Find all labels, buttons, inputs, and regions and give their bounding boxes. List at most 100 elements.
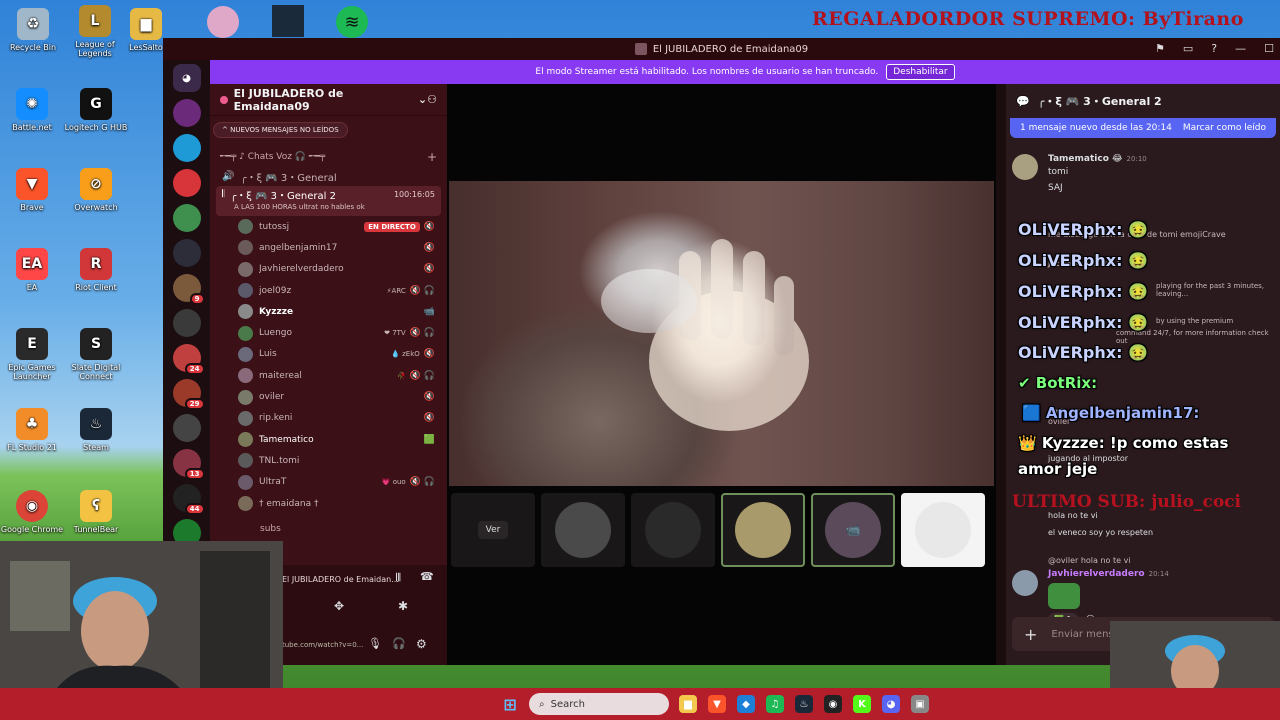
desktop-icon-epic[interactable]: E Epic Games Launcher [0,328,66,381]
participant-tile[interactable] [721,493,805,567]
server-icon[interactable] [172,239,201,267]
server-icon[interactable]: 29 [172,379,205,410]
category-chats-voz[interactable]: ╾━╤ ♪ Chats Voz 🎧 ╾━╤ + [210,148,447,166]
avatar [238,325,253,341]
view-tile[interactable]: Ver [451,493,535,567]
overlay-chat-line: OLiVERphx: 🤢 [1018,343,1148,362]
server-icon[interactable]: 9 [172,274,205,305]
settings-gear-icon[interactable]: ⚙ [416,637,427,651]
voice-user[interactable]: joel09z ⚡ARC 🔇 🎧 [210,280,447,301]
add-member-icon[interactable]: ⚇ [427,93,437,106]
maximize-button[interactable]: ☐ [1264,42,1274,55]
desktop-icon-overwatch[interactable]: ⊘ Overwatch [62,168,130,212]
minimize-button[interactable]: — [1235,42,1246,55]
voice-state-icon: 🔇 [423,242,435,253]
spotify-icon[interactable]: ≋ [336,6,368,38]
server-icon[interactable] [172,309,201,337]
desktop-app-icon[interactable] [207,6,239,38]
voice-user-name: Javhierelverdadero [259,264,344,275]
desktop-icon-battlenet[interactable]: ✺ Battle.net [0,88,66,132]
desktop-icon-tunnelbear[interactable]: ʕ TunnelBear [62,490,130,534]
desktop-icon-ghub[interactable]: G Logitech G HUB [62,88,130,132]
discord-icon[interactable]: ◕ [882,695,900,713]
server-icon[interactable]: 13 [172,449,205,480]
headphones-icon[interactable]: 🎧 [392,637,406,650]
window-title: El JUBILADERO de Emaidana09 [652,43,809,55]
avatar [238,496,253,511]
voice-user[interactable]: tutossj EN DIRECTO 🔇 [210,216,447,237]
voice-user[interactable]: TNL.tomi [210,450,447,471]
windows-start-icon[interactable]: ⊞ [501,695,519,714]
server-icon[interactable] [172,169,201,197]
desktop-icon-riot[interactable]: R Riot Client [62,248,130,292]
server-boost-icon [220,95,228,104]
desktop-app-icon[interactable] [272,5,304,37]
reply-reference[interactable]: @oviler hola no te vi [1048,556,1169,565]
voice-user[interactable]: Luis 💧 zEkO 🔇 [210,344,447,365]
brave-icon[interactable]: ▼ [708,695,726,713]
add-channel-icon[interactable]: + [427,150,437,164]
user-tag: ❤ 7TV [384,329,406,338]
vscode-icon[interactable]: ◆ [737,695,755,713]
webcam-video[interactable] [449,181,994,486]
desktop-icon-flstudio[interactable]: ♣ FL Studio 21 [0,408,66,452]
kick-icon[interactable]: K [853,695,871,713]
taskbar-search[interactable]: ⌕ Search [529,693,669,715]
view-button[interactable]: Ver [477,521,509,539]
mark-as-read-button[interactable]: Marcar como leído [1183,123,1266,133]
voice-user[interactable]: Javhierelverdadero 🔇 [210,259,447,280]
files-icon[interactable]: ▆ [679,695,697,713]
participant-tile[interactable] [541,493,625,567]
voice-stage: Ver 📹 [447,84,996,665]
server-icon[interactable] [172,414,201,442]
server-icon[interactable]: 44 [172,484,205,515]
noise-suppression-icon[interactable]: 𝄃𝄃 [396,571,401,585]
voice-user[interactable]: maitereal 🥀 🔇 🎧 [210,365,447,386]
app-icon[interactable]: ▣ [911,695,929,713]
steam-icon[interactable]: ♨ [795,695,813,713]
disable-streamer-button[interactable]: Deshabilitar [886,64,955,80]
voice-user[interactable]: † emaidana † [210,493,447,514]
server-header[interactable]: El JUBILADERO de Emaidana09 ⌄ ⚇ [210,84,447,116]
voice-user[interactable]: angelbenjamin17 🔇 [210,237,447,258]
server-icon[interactable] [172,99,201,127]
voice-user[interactable]: UltraT 💗 ouo 🔇 🎧 [210,472,447,493]
disconnect-icon[interactable]: ☎ [420,570,434,583]
desktop-icon-recycle-bin[interactable]: ♻ Recycle Bin [0,8,67,52]
server-icon[interactable] [172,204,201,232]
voice-channel-general[interactable]: 🔊 ╭・ξ 🎮 3・General [210,166,447,186]
avatar [1012,570,1038,596]
screen-icon[interactable]: ▭ [1183,42,1193,55]
desktop-icon-chrome[interactable]: ◉ Google Chrome [0,490,66,534]
discord-home-icon[interactable]: ◕ [172,64,201,92]
add-attachment-icon[interactable]: + [1024,625,1037,644]
microphone-icon[interactable]: 🎙 [368,637,382,650]
spotify-icon[interactable]: ♫ [766,695,784,713]
new-messages-bar[interactable]: 1 mensaje nuevo desde las 20:14 Marcar c… [1010,118,1276,138]
new-unread-pill[interactable]: ^ NUEVOS MENSAJES NO LEÍDOS [213,122,348,138]
voice-user[interactable]: Tamematico 🟩 [210,429,447,450]
activities-icon[interactable]: ✥ [334,599,344,613]
desktop-icon-ea[interactable]: EA EA [0,248,66,292]
desktop-icon-brave[interactable]: ▼ Brave [0,168,66,212]
voice-state-icon: 🟩 [423,434,435,445]
desktop-icon-slate[interactable]: S Slate Digital Connect [62,328,130,381]
server-icon[interactable] [172,134,201,162]
server-list: 924291344NUEVO [163,99,210,585]
soundboard-icon[interactable]: ✱ [398,599,408,613]
category-subs[interactable]: subs [210,520,447,538]
participant-tile[interactable] [901,493,985,567]
inbox-flag-icon[interactable]: ⚑ [1155,42,1165,55]
server-icon[interactable]: 24 [172,344,205,375]
voice-user[interactable]: Luengo ❤ 7TV 🔇 🎧 [210,322,447,343]
help-icon[interactable]: ? [1211,42,1217,55]
participant-tile[interactable]: 📹 [811,493,895,567]
voice-user[interactable]: oviler 🔇 [210,386,447,407]
desktop-icon-steam[interactable]: ♨ Steam [62,408,130,452]
voice-user[interactable]: Kyzzze 📹 [210,301,447,322]
participant-avatar [555,502,611,558]
voice-channel-general-2[interactable]: 𝄃 ╭・ξ 🎮 3・General 2 100:16:05 A LAS 100 … [216,186,441,216]
obs-icon[interactable]: ◉ [824,695,842,713]
voice-user[interactable]: rip.keni 🔇 [210,408,447,429]
participant-tile[interactable] [631,493,715,567]
